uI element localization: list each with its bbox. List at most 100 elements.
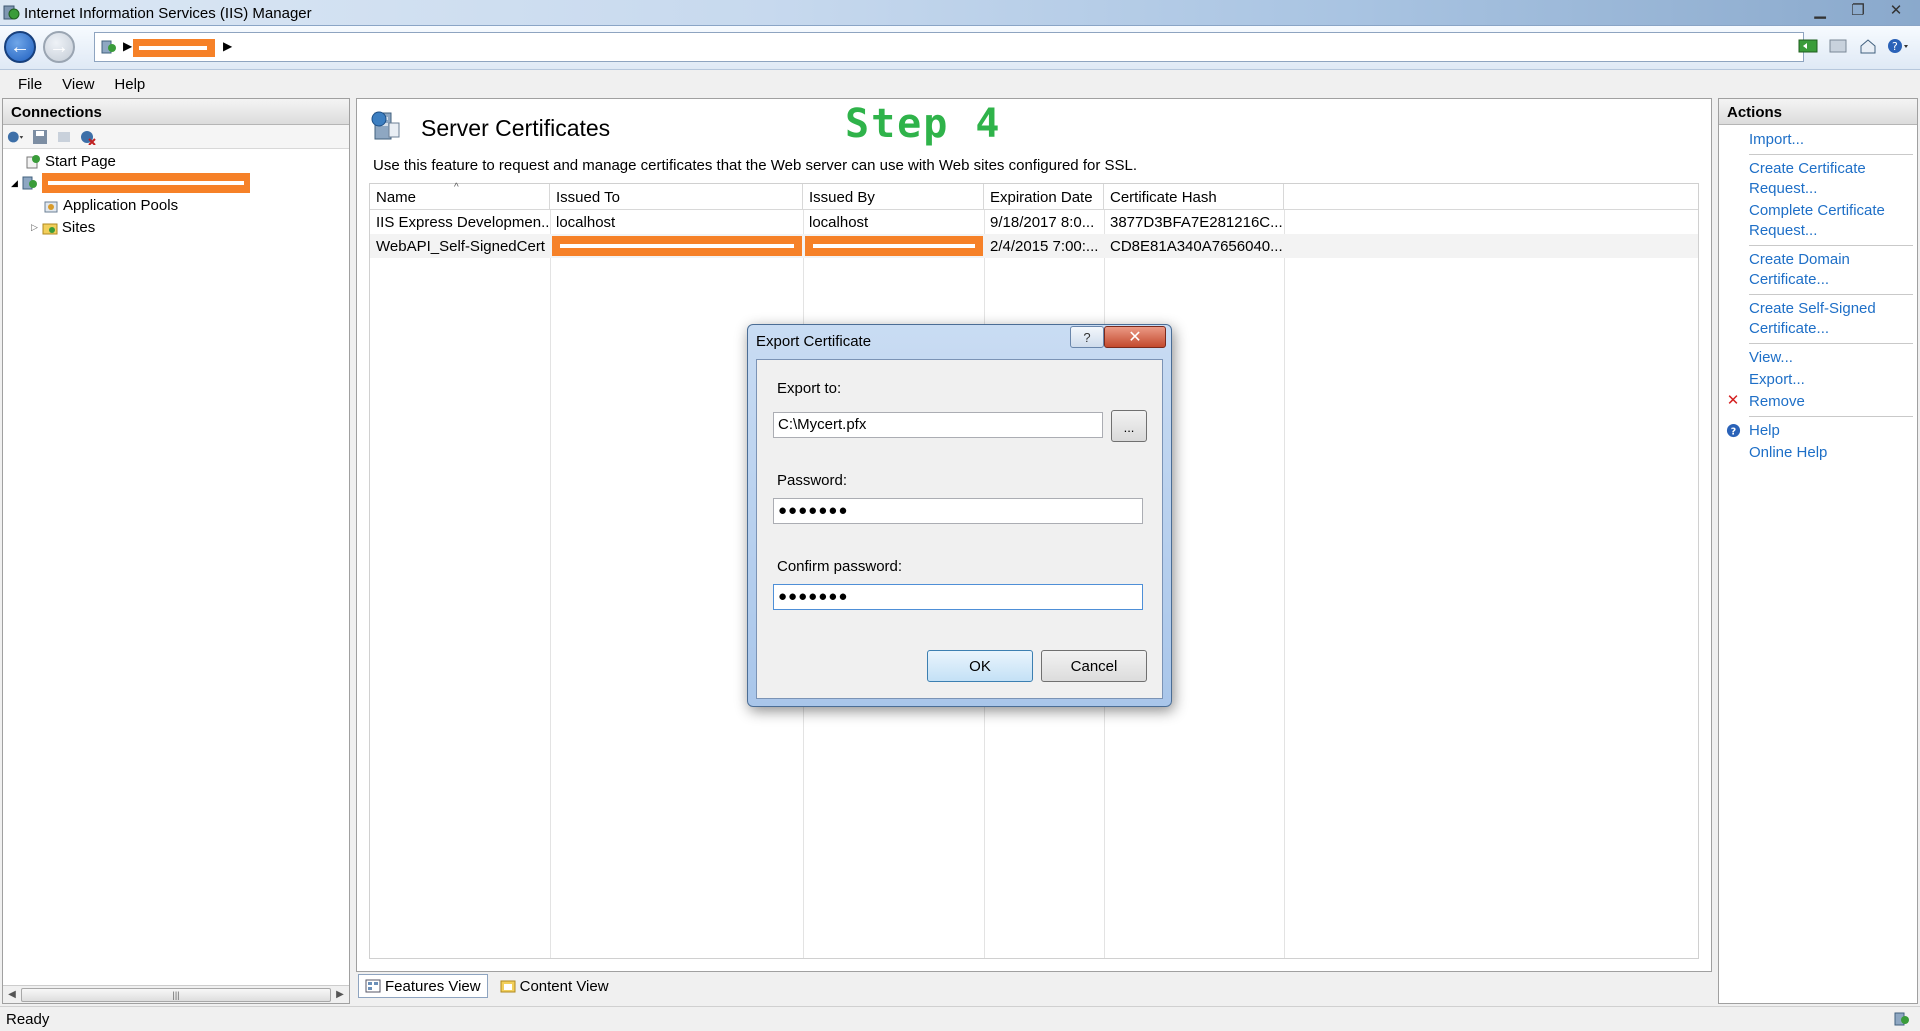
cancel-button[interactable]: Cancel bbox=[1041, 650, 1147, 682]
address-field[interactable]: ▶ ▶ bbox=[94, 32, 1804, 62]
close-window-button[interactable]: ✕ bbox=[1878, 0, 1914, 20]
ok-button[interactable]: OK bbox=[927, 650, 1033, 682]
action-complete-certificate-request[interactable]: Complete Certificate Request... bbox=[1719, 200, 1917, 242]
home-icon[interactable] bbox=[1856, 34, 1880, 58]
page-title: Server Certificates bbox=[421, 115, 611, 141]
redacted-issued-by bbox=[805, 236, 983, 256]
menu-bar: File View Help bbox=[0, 71, 1920, 97]
window-title: Internet Information Services (IIS) Mana… bbox=[24, 5, 312, 22]
export-certificate-dialog: Export Certificate ? ✕ Export to: C:\Myc… bbox=[747, 324, 1172, 707]
network-status-icon bbox=[1894, 1012, 1909, 1026]
tab-label: Content View bbox=[519, 977, 609, 995]
column-header-issued-by[interactable]: Issued By bbox=[803, 184, 984, 210]
table-row[interactable]: WebAPI_Self-SignedCert 2/4/2015 7:00:...… bbox=[370, 234, 1698, 258]
forward-button[interactable]: → bbox=[43, 31, 75, 63]
status-bar: Ready bbox=[0, 1006, 1920, 1031]
tree-item-server[interactable]: ◢ bbox=[11, 173, 250, 193]
dialog-close-button[interactable]: ✕ bbox=[1104, 326, 1166, 348]
column-header-certificate-hash[interactable]: Certificate Hash bbox=[1104, 184, 1284, 210]
browse-button[interactable]: ... bbox=[1111, 410, 1147, 442]
server-icon bbox=[101, 40, 116, 54]
redacted-issued-to bbox=[552, 236, 802, 256]
dialog-body: Export to: C:\Mycert.pfx ... Password: ●… bbox=[756, 359, 1163, 699]
action-remove[interactable]: ✕ Remove bbox=[1719, 391, 1917, 413]
tree-expand-icon[interactable]: ◢ bbox=[11, 178, 18, 189]
column-header-expiration-date[interactable]: Expiration Date bbox=[984, 184, 1104, 210]
action-create-certificate-request[interactable]: Create Certificate Request... bbox=[1719, 158, 1917, 200]
menu-file[interactable]: File bbox=[8, 76, 52, 93]
column-header-name[interactable]: ^ Name bbox=[370, 182, 550, 210]
scroll-right-icon[interactable]: ▶ bbox=[331, 989, 349, 1000]
tree-item-start-page[interactable]: Start Page bbox=[25, 153, 116, 170]
connections-header: Connections bbox=[3, 99, 349, 125]
minimize-icon: ▁ bbox=[1814, 2, 1826, 19]
confirm-password-input[interactable]: ●●●●●●● bbox=[773, 584, 1143, 610]
column-header-issued-to[interactable]: Issued To bbox=[550, 184, 803, 210]
breadcrumb-separator-icon: ▶ bbox=[123, 39, 133, 53]
svg-text:?: ? bbox=[1892, 40, 1898, 53]
tab-content-view[interactable]: Content View bbox=[494, 974, 615, 998]
action-create-domain-certificate[interactable]: Create Domain Certificate... bbox=[1719, 249, 1917, 291]
export-to-label: Export to: bbox=[777, 380, 842, 397]
tab-label: Features View bbox=[385, 977, 481, 995]
action-online-help[interactable]: Online Help bbox=[1719, 442, 1917, 464]
delete-connection-icon[interactable] bbox=[79, 128, 97, 146]
refresh-icon[interactable] bbox=[1796, 34, 1820, 58]
minimize-button[interactable]: ▁ bbox=[1802, 0, 1838, 20]
cell-issued-to: localhost bbox=[556, 214, 616, 231]
connect-icon[interactable] bbox=[7, 128, 25, 146]
action-help[interactable]: ? Help bbox=[1719, 420, 1917, 442]
export-to-input[interactable]: C:\Mycert.pfx bbox=[773, 412, 1103, 438]
up-icon[interactable] bbox=[55, 128, 73, 146]
help-dropdown-icon[interactable]: ? bbox=[1886, 34, 1910, 58]
svg-text:?: ? bbox=[1730, 426, 1735, 437]
dialog-help-button[interactable]: ? bbox=[1070, 326, 1104, 348]
title-bar: Internet Information Services (IIS) Mana… bbox=[0, 0, 1920, 26]
arrow-left-icon: ← bbox=[10, 35, 30, 58]
iis-app-icon bbox=[3, 5, 20, 20]
address-bar: ← → ▶ ▶ ? bbox=[0, 26, 1920, 70]
action-export[interactable]: Export... bbox=[1719, 369, 1917, 391]
actions-header: Actions bbox=[1719, 99, 1917, 125]
scroll-thumb[interactable]: ||| bbox=[21, 987, 331, 1002]
action-label: Help bbox=[1749, 422, 1780, 439]
redacted-server-name bbox=[133, 39, 215, 57]
tree-item-application-pools[interactable]: Application Pools bbox=[43, 197, 178, 214]
cell-name: IIS Express Developmen... bbox=[376, 214, 550, 231]
tree-label-application-pools: Application Pools bbox=[63, 197, 179, 214]
cell-expiration-date: 2/4/2015 7:00:... bbox=[990, 238, 1099, 255]
sites-folder-icon bbox=[42, 223, 58, 234]
start-page-icon bbox=[26, 154, 40, 168]
menu-view[interactable]: View bbox=[52, 76, 104, 93]
sort-ascending-icon: ^ bbox=[454, 182, 459, 193]
action-import[interactable]: Import... bbox=[1719, 129, 1917, 151]
connections-panel: Connections Start Page ◢ Application Poo… bbox=[2, 98, 350, 1004]
action-create-self-signed-certificate[interactable]: Create Self-Signed Certificate... bbox=[1719, 298, 1917, 340]
remove-x-icon: ✕ bbox=[1726, 392, 1740, 409]
password-input[interactable]: ●●●●●●● bbox=[773, 498, 1143, 524]
maximize-button[interactable]: ❐ bbox=[1840, 0, 1876, 20]
table-header: ^ Name Issued To Issued By Expiration Da… bbox=[370, 182, 1698, 210]
actions-panel: Actions Import... Create Certificate Req… bbox=[1718, 98, 1918, 1004]
cell-certificate-hash: 3877D3BFA7E281216C... bbox=[1110, 214, 1283, 231]
action-view[interactable]: View... bbox=[1719, 347, 1917, 369]
password-label: Password: bbox=[777, 472, 848, 489]
cell-name: WebAPI_Self-SignedCert bbox=[376, 238, 545, 255]
save-icon[interactable] bbox=[31, 128, 49, 146]
cell-expiration-date: 9/18/2017 8:0... bbox=[990, 214, 1095, 231]
scroll-left-icon[interactable]: ◀ bbox=[3, 989, 21, 1000]
cell-issued-by: localhost bbox=[809, 214, 869, 231]
connections-toolbar bbox=[3, 125, 349, 149]
table-row[interactable]: IIS Express Developmen... localhost loca… bbox=[370, 210, 1698, 234]
tab-features-view[interactable]: Features View bbox=[358, 974, 488, 998]
connections-horizontal-scrollbar[interactable]: ◀ ||| ▶ bbox=[3, 985, 349, 1003]
tree-collapse-icon[interactable]: ▷ bbox=[31, 222, 38, 233]
dialog-title: Export Certificate bbox=[756, 333, 872, 350]
action-label: Remove bbox=[1749, 393, 1805, 410]
breadcrumb-separator-icon[interactable]: ▶ bbox=[223, 39, 232, 53]
stop-icon[interactable] bbox=[1826, 34, 1850, 58]
tree-item-sites[interactable]: ▷ Sites bbox=[31, 219, 95, 236]
menu-help[interactable]: Help bbox=[104, 76, 155, 93]
back-button[interactable]: ← bbox=[4, 31, 36, 63]
view-tabs: Features View Content View bbox=[358, 974, 615, 998]
